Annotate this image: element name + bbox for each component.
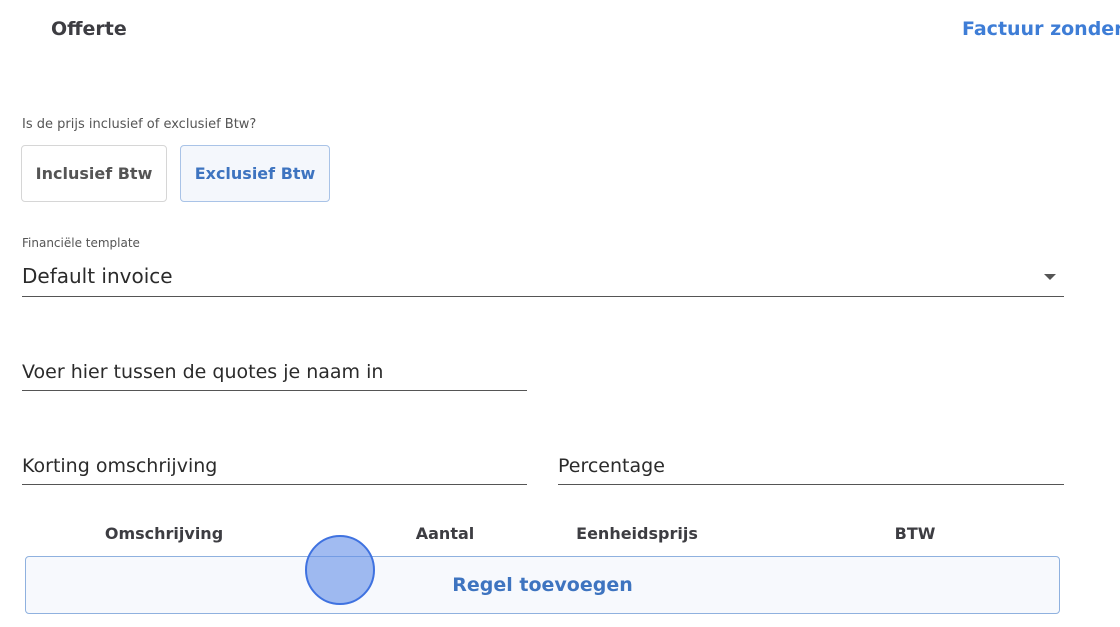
vat-question-label: Is de prijs inclusief of exclusief Btw? (22, 117, 257, 132)
add-row-button[interactable]: Regel toevoegen (25, 556, 1060, 614)
tab-offerte[interactable]: Offerte (51, 18, 127, 40)
column-header-omschrijving: Omschrijving (104, 524, 224, 543)
column-header-btw: BTW (894, 524, 936, 543)
name-input[interactable] (22, 353, 527, 391)
column-header-eenheidsprijs: Eenheidsprijs (576, 524, 698, 543)
template-label: Financiële template (22, 236, 140, 250)
percentage-input[interactable] (558, 447, 1064, 485)
discount-description-input[interactable] (22, 447, 527, 485)
column-header-aantal: Aantal (415, 524, 475, 543)
template-select[interactable]: Default invoice (22, 262, 1064, 297)
chevron-down-icon (1044, 274, 1056, 280)
exclusive-vat-button[interactable]: Exclusief Btw (180, 145, 330, 202)
tab-factuur-zonder[interactable]: Factuur zonder (962, 18, 1120, 40)
template-value: Default invoice (22, 264, 173, 288)
inclusive-vat-button[interactable]: Inclusief Btw (21, 145, 167, 202)
